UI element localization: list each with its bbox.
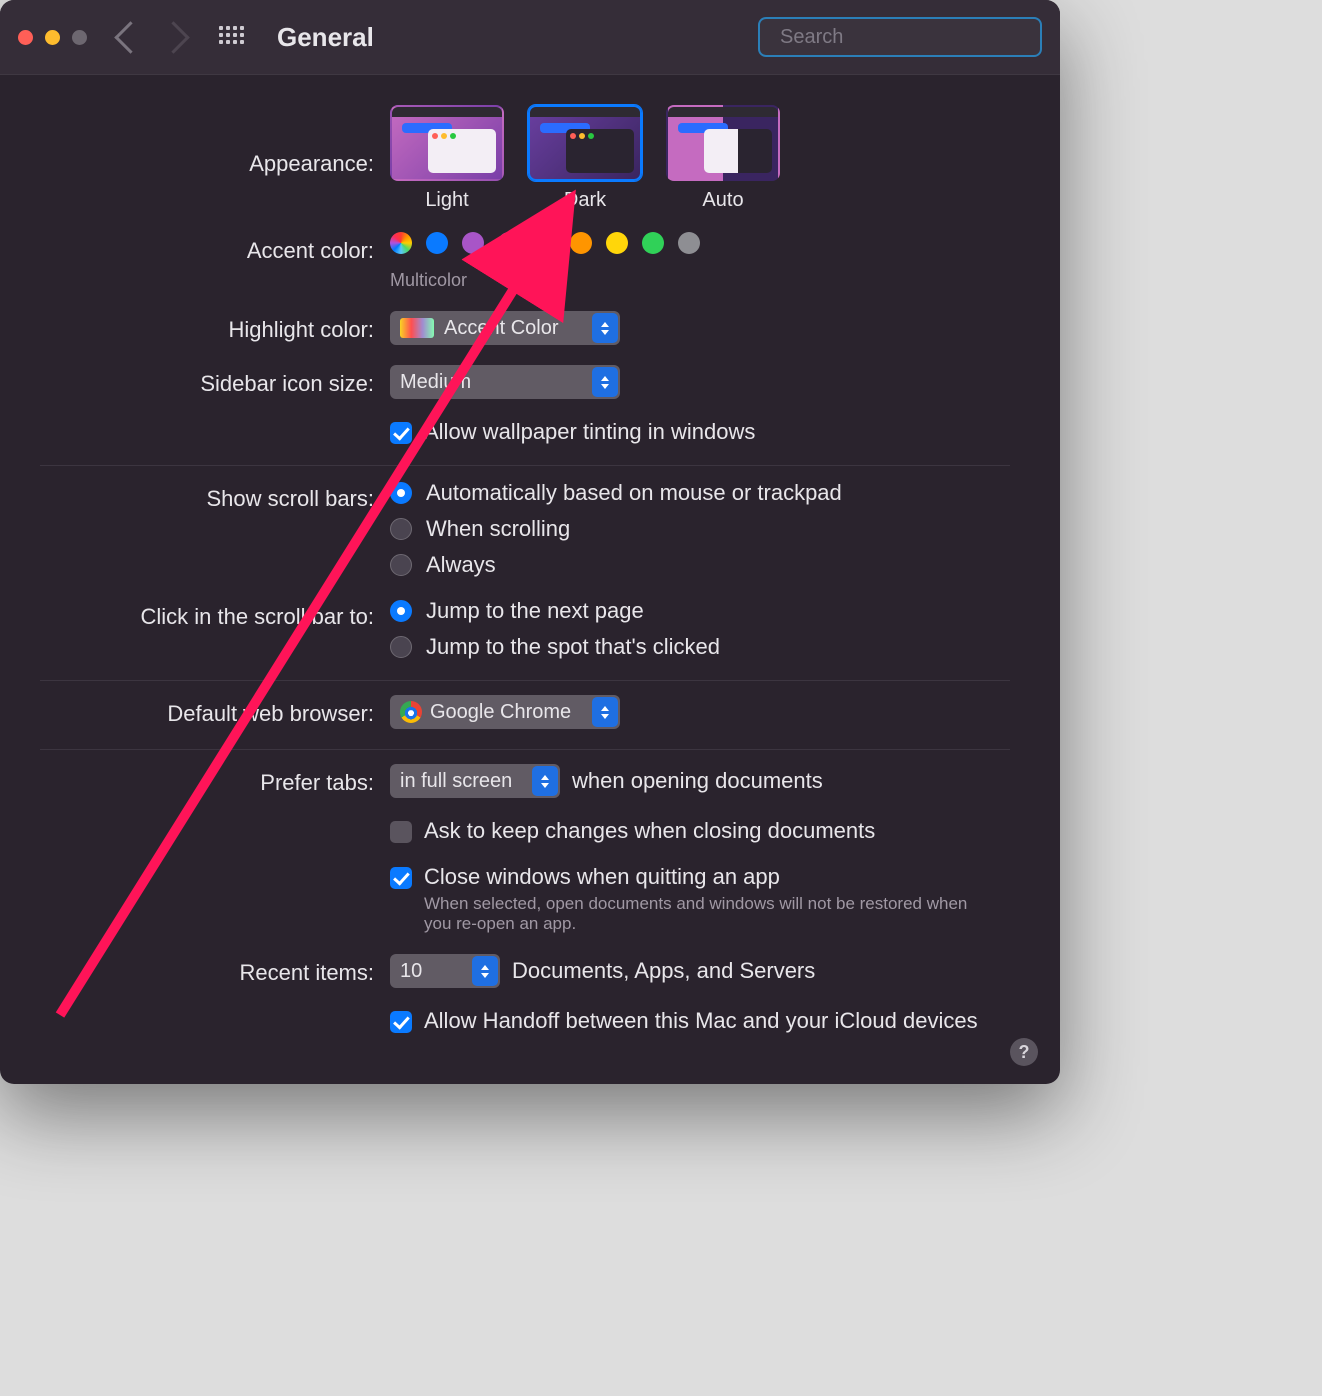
highlight-color-label: Highlight color: xyxy=(30,311,390,343)
divider xyxy=(40,680,1010,681)
divider xyxy=(40,749,1010,750)
radio-icon xyxy=(390,636,412,658)
prefer-tabs-label: Prefer tabs: xyxy=(30,764,390,796)
window-controls xyxy=(18,30,87,45)
handoff-checkbox[interactable]: Allow Handoff between this Mac and your … xyxy=(390,1008,978,1034)
radio-icon xyxy=(390,518,412,540)
appearance-label: Appearance: xyxy=(30,105,390,177)
toolbar: General xyxy=(0,0,1060,75)
checkbox-icon xyxy=(390,1011,412,1033)
search-field[interactable] xyxy=(758,17,1042,57)
appearance-option-dark[interactable]: Dark xyxy=(528,105,642,212)
chrome-icon xyxy=(400,701,422,723)
minimize-window-button[interactable] xyxy=(45,30,60,45)
divider xyxy=(40,465,1010,466)
accent-selected-note: Multicolor xyxy=(390,270,1020,291)
nav-buttons xyxy=(119,26,185,49)
radio-icon xyxy=(390,554,412,576)
accent-swatch-graphite[interactable] xyxy=(678,232,700,254)
scroll-bars-radio-auto[interactable]: Automatically based on mouse or trackpad xyxy=(390,480,842,506)
window-title: General xyxy=(277,22,374,53)
highlight-color-select[interactable]: Accent Color xyxy=(390,311,620,345)
scroll-bars-radio-scrolling[interactable]: When scrolling xyxy=(390,516,842,542)
scroll-bars-label: Show scroll bars: xyxy=(30,480,390,512)
recent-items-suffix: Documents, Apps, and Servers xyxy=(512,958,815,984)
accent-swatch-orange[interactable] xyxy=(570,232,592,254)
appearance-option-auto[interactable]: Auto xyxy=(666,105,780,212)
default-browser-select[interactable]: Google Chrome xyxy=(390,695,620,729)
checkbox-icon xyxy=(390,422,412,444)
forward-button[interactable] xyxy=(157,21,190,54)
accent-color-label: Accent color: xyxy=(30,232,390,264)
accent-swatch-purple[interactable] xyxy=(462,232,484,254)
appearance-option-light[interactable]: Light xyxy=(390,105,504,212)
checkbox-icon xyxy=(390,821,412,843)
sidebar-icon-size-label: Sidebar icon size: xyxy=(30,365,390,397)
highlight-swatch-icon xyxy=(400,318,434,338)
show-all-icon[interactable] xyxy=(219,26,241,48)
recent-items-label: Recent items: xyxy=(30,954,390,986)
select-stepper-icon xyxy=(592,697,618,727)
wallpaper-tint-checkbox[interactable]: Allow wallpaper tinting in windows xyxy=(390,419,755,445)
prefer-tabs-select[interactable]: in full screen xyxy=(390,764,560,798)
zoom-window-button[interactable] xyxy=(72,30,87,45)
accent-swatch-red[interactable] xyxy=(534,232,556,254)
back-button[interactable] xyxy=(114,21,147,54)
general-preferences-window: General Appearance: Light Dark xyxy=(0,0,1060,1084)
radio-icon xyxy=(390,482,412,504)
accent-swatch-pink[interactable] xyxy=(498,232,520,254)
click-scroll-radio-page[interactable]: Jump to the next page xyxy=(390,598,720,624)
select-stepper-icon xyxy=(532,766,558,796)
content: Appearance: Light Dark Auto xyxy=(0,75,1060,1084)
accent-swatch-blue[interactable] xyxy=(426,232,448,254)
prefer-tabs-suffix: when opening documents xyxy=(572,768,823,794)
select-stepper-icon xyxy=(592,313,618,343)
recent-items-select[interactable]: 10 xyxy=(390,954,500,988)
close-windows-subtext: When selected, open documents and window… xyxy=(424,894,984,934)
help-button[interactable]: ? xyxy=(1010,1038,1038,1066)
click-scroll-radio-spot[interactable]: Jump to the spot that's clicked xyxy=(390,634,720,660)
click-scroll-label: Click in the scroll bar to: xyxy=(30,598,390,630)
sidebar-icon-size-select[interactable]: Medium xyxy=(390,365,620,399)
accent-swatch-multicolor[interactable] xyxy=(390,232,412,254)
accent-swatch-yellow[interactable] xyxy=(606,232,628,254)
select-stepper-icon xyxy=(592,367,618,397)
checkbox-icon xyxy=(390,867,412,889)
select-stepper-icon xyxy=(472,956,498,986)
search-input[interactable] xyxy=(778,25,1047,50)
scroll-bars-radio-always[interactable]: Always xyxy=(390,552,842,578)
default-browser-label: Default web browser: xyxy=(30,695,390,727)
close-windows-checkbox[interactable]: Close windows when quitting an app When … xyxy=(390,864,984,934)
ask-keep-changes-checkbox[interactable]: Ask to keep changes when closing documen… xyxy=(390,818,875,844)
radio-icon xyxy=(390,600,412,622)
close-window-button[interactable] xyxy=(18,30,33,45)
accent-swatch-green[interactable] xyxy=(642,232,664,254)
